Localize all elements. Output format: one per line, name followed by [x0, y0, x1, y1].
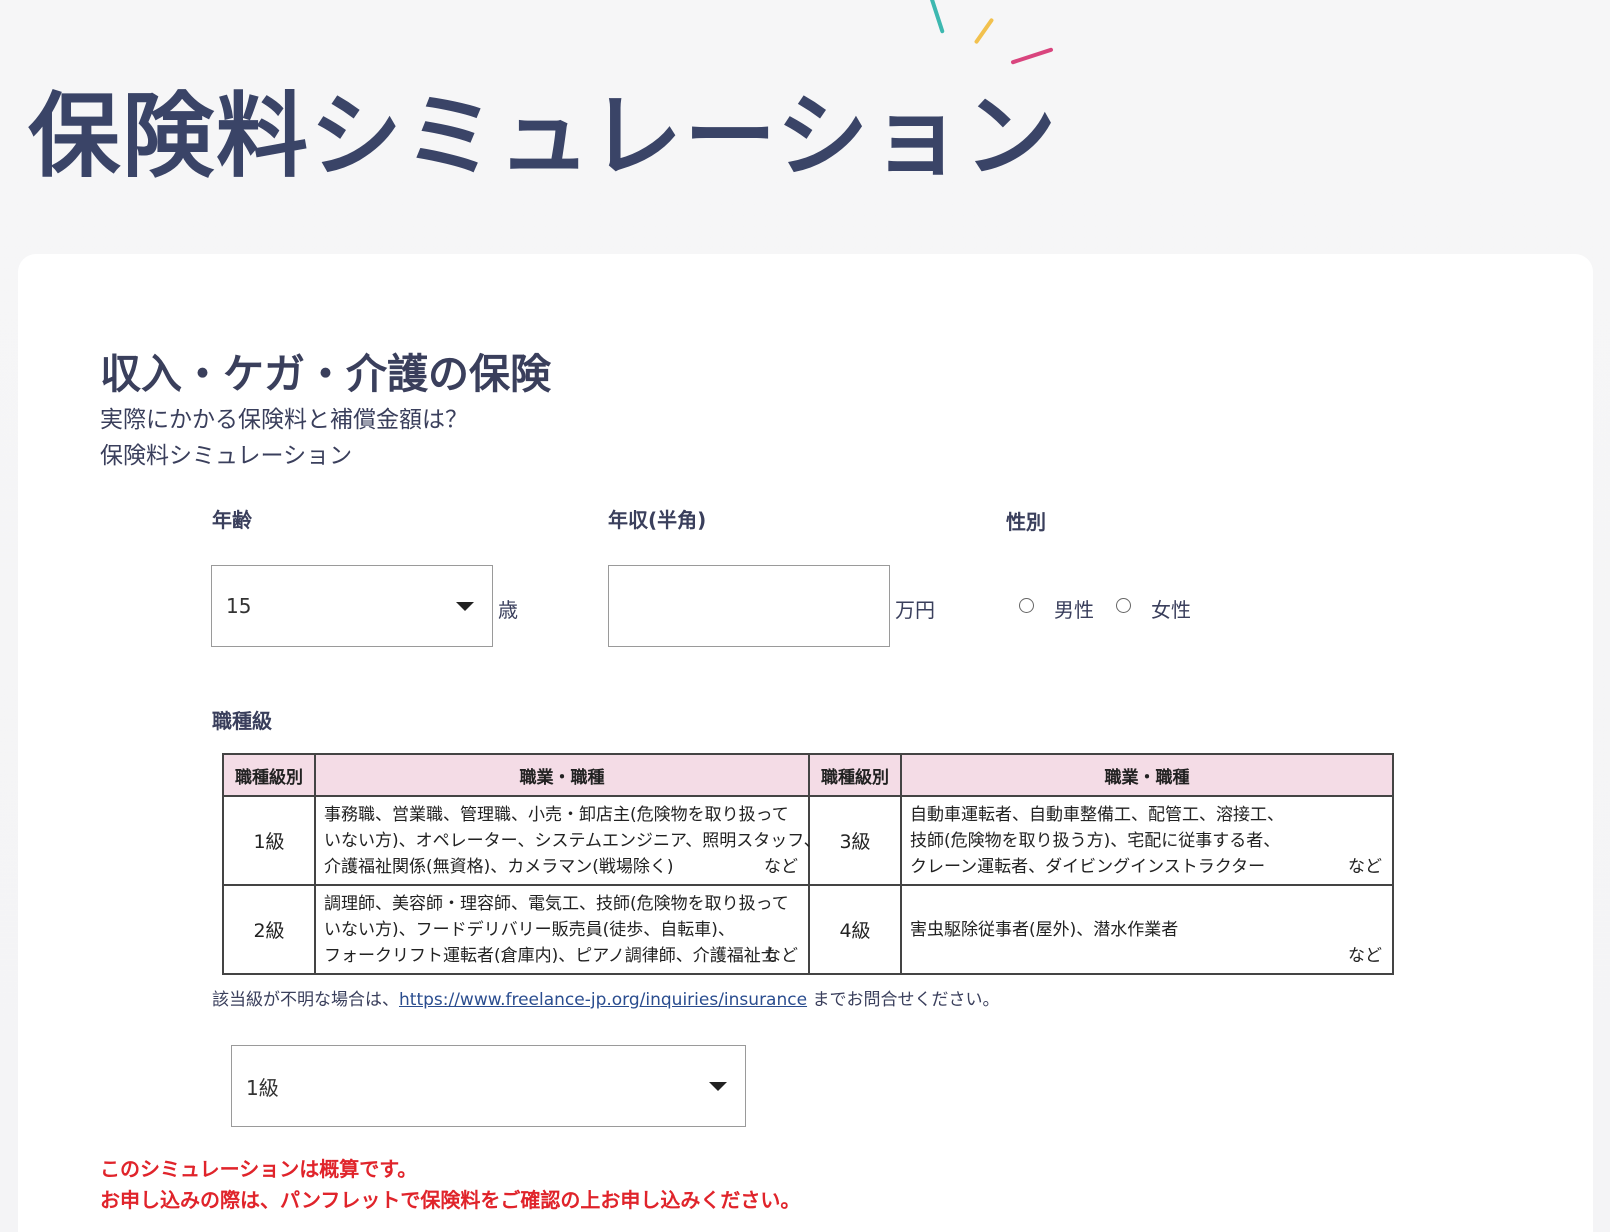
- page-title: 保険料シミュレーション: [28, 83, 1059, 190]
- section-subtitle-2: 保険料シミュレーション: [100, 443, 353, 469]
- table-header-row: 職種級別 職業・職種 職種級別 職業・職種: [222, 753, 1394, 797]
- table-row: 2級 調理師、美容師・理容師、電気工、技師(危険物を取り扱って いない方)、フー…: [222, 884, 1394, 975]
- occupation-line: 調理師、美容師・理容師、電気工、技師(危険物を取り扱って: [324, 893, 789, 914]
- job-class-table: 職種級別 職業・職種 職種級別 職業・職種 1級 事務職、営業職、管理職、小売・…: [222, 753, 1394, 975]
- occupation-cell: 調理師、美容師・理容師、電気工、技師(危険物を取り扱って いない方)、フードデリ…: [314, 884, 810, 975]
- occupation-line: フォークリフト運転者(倉庫内)、ピアノ調律師、介護福祉士: [324, 945, 778, 966]
- gender-female-radio[interactable]: [1116, 598, 1131, 613]
- job-class-select[interactable]: 1級: [231, 1045, 746, 1127]
- occupation-line: 害虫駆除従事者(屋外)、潜水作業者: [910, 919, 1179, 940]
- gender-male-label: 男性: [1054, 598, 1094, 622]
- income-label: 年収(半角): [608, 508, 707, 532]
- occupation-cell: 自動車運転者、自動車整備工、配管工、溶接工、 技師(危険物を取り扱う方)、宅配に…: [900, 795, 1394, 886]
- job-class-label: 職種級: [212, 709, 272, 733]
- section-subtitle: 実際にかかる保険料と補償金額は？: [100, 407, 468, 433]
- occupation-line: 事務職、営業職、管理職、小売・卸店主(危険物を取り扱って: [324, 804, 789, 825]
- job-class-value: 1級: [246, 1075, 279, 1100]
- table-header: 職種級別: [808, 753, 902, 797]
- income-unit: 万円: [895, 598, 935, 622]
- occupation-line: クレーン運転者、ダイビングインストラクター: [910, 856, 1266, 877]
- decor-stroke-yellow: [973, 17, 995, 45]
- age-unit: 歳: [498, 598, 518, 622]
- section-title: 収入・ケガ・介護の保険: [100, 350, 551, 398]
- occupation-suffix: など: [764, 946, 798, 966]
- inquiry-link[interactable]: https://www.freelance-jp.org/inquiries/i…: [399, 990, 807, 1010]
- application-warning: お申し込みの際は、パンフレットで保険料をご確認の上お申し込みください。: [100, 1188, 801, 1212]
- table-header: 職業・職種: [900, 753, 1394, 797]
- grade-cell: 2級: [222, 884, 316, 975]
- chevron-down-icon: [709, 1082, 727, 1091]
- grade-cell: 1級: [222, 795, 316, 886]
- occupation-line: いない方)、オペレーター、システムエンジニア、照明スタッフ、: [324, 830, 821, 851]
- occupation-cell: 害虫駆除従事者(屋外)、潜水作業者 など: [900, 884, 1394, 975]
- grade-cell: 4級: [808, 884, 902, 975]
- occupation-cell: 事務職、営業職、管理職、小売・卸店主(危険物を取り扱って いない方)、オペレータ…: [314, 795, 821, 886]
- gender-label: 性別: [1006, 510, 1046, 534]
- notice-prefix: 該当級が不明な場合は、: [212, 990, 399, 1010]
- occupation-suffix: など: [1348, 857, 1382, 877]
- chevron-down-icon: [456, 602, 474, 611]
- table-header: 職業・職種: [314, 753, 810, 797]
- inquiry-notice: 該当級が不明な場合は、https://www.freelance-jp.org/…: [212, 985, 999, 1010]
- age-label: 年齢: [212, 508, 252, 532]
- decor-stroke-teal: [929, 0, 945, 34]
- table-header: 職種級別: [222, 753, 316, 797]
- occupation-line: 技師(危険物を取り扱う方)、宅配に従事する者、: [910, 830, 1281, 851]
- occupation-suffix: など: [764, 857, 798, 877]
- income-input[interactable]: [608, 565, 890, 647]
- grade-cell: 3級: [808, 795, 902, 886]
- notice-suffix: までお問合せください。: [807, 990, 1000, 1010]
- occupation-line: いない方)、フードデリバリー販売員(徒歩、自転車)、: [324, 919, 735, 940]
- table-row: 1級 事務職、営業職、管理職、小売・卸店主(危険物を取り扱って いない方)、オペ…: [222, 795, 1394, 886]
- occupation-line: 介護福祉関係(無資格)、カメラマン(戦場除く): [324, 856, 674, 877]
- age-select[interactable]: 15: [211, 565, 493, 647]
- gender-female-label: 女性: [1151, 598, 1191, 622]
- age-value: 15: [226, 594, 252, 618]
- gender-male-radio[interactable]: [1019, 598, 1034, 613]
- occupation-suffix: など: [1348, 946, 1382, 966]
- estimate-warning: このシミュレーションは概算です。: [100, 1157, 418, 1181]
- occupation-line: 自動車運転者、自動車整備工、配管工、溶接工、: [910, 804, 1284, 825]
